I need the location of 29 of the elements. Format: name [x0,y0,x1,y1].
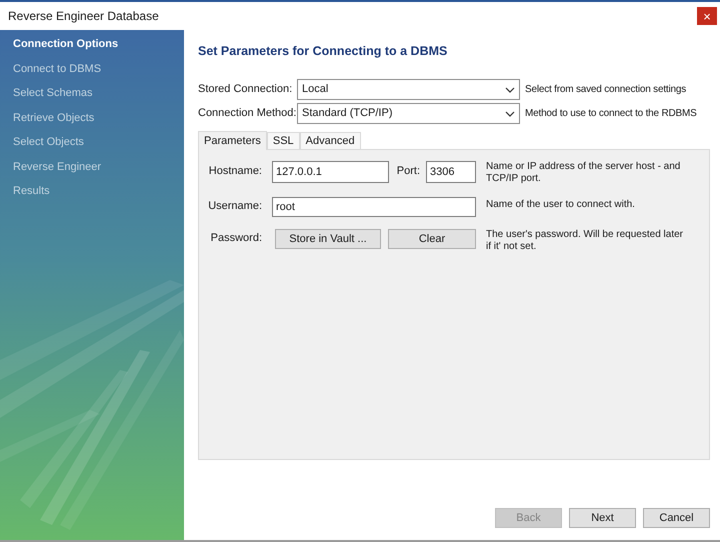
field-label: Username: [207,199,263,214]
button[interactable]: Store in Vault ... [275,229,381,249]
input-field[interactable]: 127.0.0.1 [272,161,389,183]
button[interactable]: Clear [388,229,476,249]
help-text: The user's password. Will be requested later if it' not set. [486,229,684,253]
field-label: Password: [210,231,263,246]
close-button[interactable]: × [697,7,717,25]
tab[interactable]: SSL [266,132,300,149]
help-text: Name of the user to connect with. [486,198,635,212]
help-text: Select from saved connection settings [525,83,686,97]
help-text: Method to use to connect to the RDBMS [525,107,697,121]
field-label: Port: [396,164,421,179]
field-label: Stored Connection: [198,82,294,98]
dropdown[interactable]: Standard (TCP/IP) [297,103,520,124]
input-field[interactable]: root [272,197,476,217]
button[interactable]: Next [569,508,636,528]
wizard-step[interactable]: Connection Options [13,36,184,60]
tab[interactable]: Advanced [300,132,361,149]
dropdown[interactable]: Local [297,79,520,100]
page-heading: Set Parameters for Connecting to a DBMS [198,43,448,60]
input-field[interactable]: 3306 [426,161,476,183]
button[interactable]: Cancel [643,508,710,528]
window-title: Reverse Engineer Database [8,8,159,25]
chevron-icon [505,110,515,116]
help-text: Name or IP address of the server host - and TCP/IP port. [486,161,682,185]
chevron-icon [505,86,515,92]
field-label: Hostname: [208,164,263,179]
tab[interactable]: Parameters [198,131,267,150]
field-label: Connection Method: [198,106,297,122]
